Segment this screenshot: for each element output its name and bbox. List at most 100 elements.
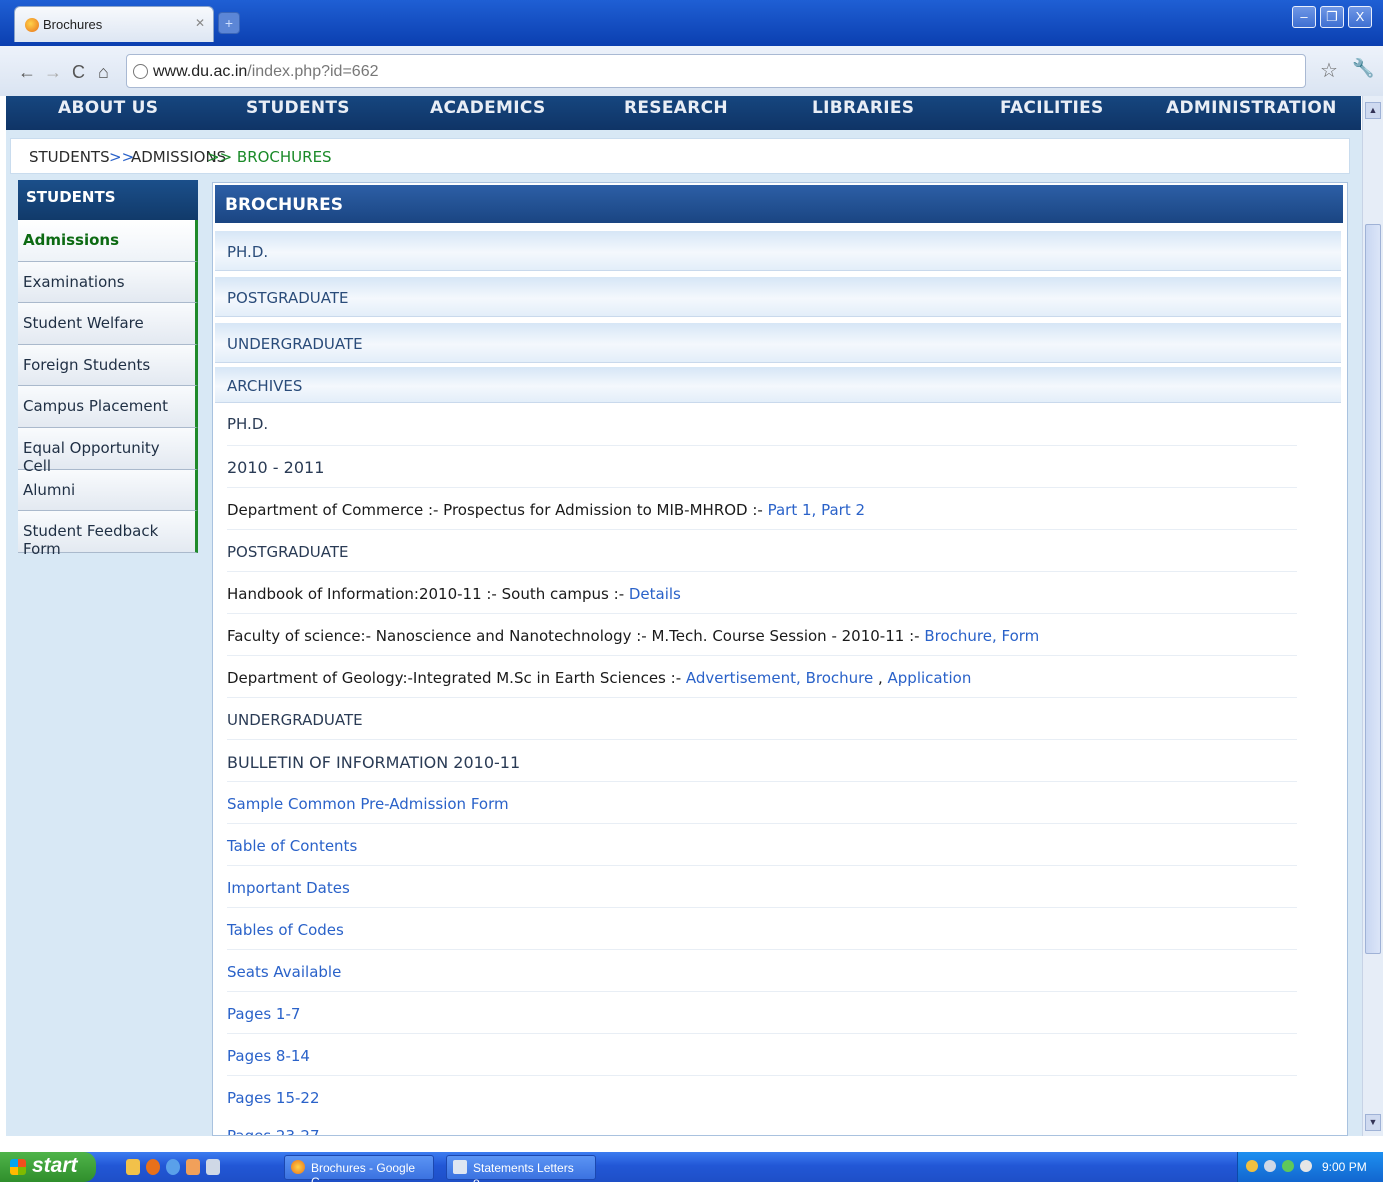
tab-close-icon[interactable]: ✕: [195, 16, 205, 30]
sidebar-item-foreign-students[interactable]: Foreign Students: [18, 344, 198, 387]
pages-15-22-link[interactable]: Pages 15-22: [227, 1089, 319, 1107]
divider: [227, 1033, 1297, 1034]
divider: [227, 949, 1297, 950]
pages-23-27-link[interactable]: Pages 23-27: [227, 1127, 319, 1135]
nav-about-us[interactable]: ABOUT US: [58, 98, 158, 118]
breadcrumb-students[interactable]: STUDENTS: [29, 148, 110, 166]
science-row: Faculty of science:- Nanoscience and Nan…: [227, 627, 1040, 645]
taskbar-item-statements[interactable]: Statements Letters o...: [446, 1155, 596, 1182]
commerce-row: Department of Commerce :- Prospectus for…: [227, 501, 866, 519]
back-icon[interactable]: ←: [18, 62, 36, 83]
new-tab-button[interactable]: +: [218, 12, 240, 34]
browser-title-bar: Brochures ✕ + – ❐ X: [0, 0, 1383, 46]
start-button[interactable]: start: [0, 1152, 96, 1182]
list-item: Pages 1-7: [227, 1005, 300, 1023]
close-window-button[interactable]: X: [1348, 6, 1372, 28]
divider: [227, 613, 1297, 614]
globe-icon: [133, 64, 148, 79]
vertical-scrollbar[interactable]: ▲ ▼: [1362, 96, 1383, 1136]
section-band-postgraduate[interactable]: POSTGRADUATE: [215, 277, 1341, 317]
archive-phd-heading: PH.D.: [227, 415, 269, 433]
geology-application-link[interactable]: Application: [888, 669, 972, 687]
scrollbar-thumb[interactable]: [1365, 224, 1381, 954]
task-label: Brochures - Google C...: [311, 1161, 416, 1182]
address-bar[interactable]: www.du.ac.in/index.php?id=662: [126, 54, 1306, 88]
section-band-archives[interactable]: ARCHIVES: [215, 367, 1341, 403]
media-icon[interactable]: [186, 1159, 200, 1175]
tray-status-icon[interactable]: [1282, 1160, 1294, 1172]
geology-brochure-link[interactable]: Brochure: [806, 669, 874, 687]
start-label: start: [32, 1154, 78, 1177]
table-of-contents-link[interactable]: Table of Contents: [227, 837, 357, 855]
divider: [227, 907, 1297, 908]
forward-icon[interactable]: →: [44, 62, 62, 83]
tables-of-codes-link[interactable]: Tables of Codes: [227, 921, 344, 939]
maximize-button[interactable]: ❐: [1320, 6, 1344, 28]
handbook-details-link[interactable]: Details: [629, 585, 681, 603]
sidebar-item-equal-opportunity-cell[interactable]: Equal Opportunity Cell: [18, 427, 198, 475]
commerce-part2-link[interactable]: Part 2: [821, 501, 865, 519]
divider: [227, 529, 1297, 530]
tray-arrow-icon[interactable]: [1246, 1160, 1258, 1172]
ie-icon[interactable]: [166, 1159, 180, 1175]
taskbar-item-brochures[interactable]: Brochures - Google C...: [284, 1155, 434, 1182]
geology-row: Department of Geology:-Integrated M.Sc i…: [227, 669, 972, 687]
folder-icon[interactable]: [126, 1159, 140, 1175]
science-brochure-link[interactable]: Brochure: [924, 627, 992, 645]
nav-students[interactable]: STUDENTS: [246, 98, 350, 118]
commerce-part1-link[interactable]: Part 1: [768, 501, 812, 519]
wrench-icon[interactable]: 🔧: [1352, 58, 1374, 79]
chrome-icon: [291, 1160, 305, 1174]
volume-icon[interactable]: [1300, 1160, 1312, 1172]
scroll-down-icon[interactable]: ▼: [1365, 1114, 1381, 1131]
task-label: Statements Letters o...: [473, 1161, 574, 1182]
app-icon[interactable]: [206, 1159, 220, 1175]
year-heading: 2010 - 2011: [227, 458, 325, 477]
science-form-link[interactable]: Form: [1002, 627, 1040, 645]
reload-icon[interactable]: C: [72, 62, 85, 83]
sidebar-item-campus-placement[interactable]: Campus Placement: [18, 386, 198, 428]
divider: [227, 445, 1297, 446]
pages-1-7-link[interactable]: Pages 1-7: [227, 1005, 300, 1023]
browser-tab[interactable]: Brochures ✕: [14, 6, 214, 42]
sidebar-item-admissions[interactable]: Admissions: [18, 220, 198, 262]
bookmark-star-icon[interactable]: ☆: [1320, 58, 1338, 83]
scroll-up-icon[interactable]: ▲: [1365, 102, 1381, 119]
nav-academics[interactable]: ACADEMICS: [430, 98, 546, 118]
divider: [227, 781, 1297, 782]
band-label: UNDERGRADUATE: [227, 335, 363, 353]
seats-available-link[interactable]: Seats Available: [227, 963, 341, 981]
sample-form-link[interactable]: Sample Common Pre-Admission Form: [227, 795, 509, 813]
sidebar-item-alumni[interactable]: Alumni: [18, 469, 198, 512]
nav-research[interactable]: RESEARCH: [624, 98, 728, 118]
network-icon[interactable]: [1264, 1160, 1276, 1172]
divider: [227, 697, 1297, 698]
sidebar-item-student-welfare[interactable]: Student Welfare: [18, 303, 198, 345]
pages-8-14-link[interactable]: Pages 8-14: [227, 1047, 310, 1065]
divider: [227, 487, 1297, 488]
divider: [227, 655, 1297, 656]
important-dates-link[interactable]: Important Dates: [227, 879, 350, 897]
browser-icon[interactable]: [146, 1159, 160, 1175]
nav-libraries[interactable]: LIBRARIES: [812, 98, 914, 118]
divider: [227, 991, 1297, 992]
section-band-undergraduate[interactable]: UNDERGRADUATE: [215, 323, 1341, 363]
sidebar-item-examinations[interactable]: Examinations: [18, 261, 198, 304]
minimize-button[interactable]: –: [1292, 6, 1316, 28]
list-item: Pages 15-22: [227, 1089, 319, 1107]
section-band-phd[interactable]: PH.D.: [215, 231, 1341, 271]
geology-advertisement-link[interactable]: Advertisement: [686, 669, 796, 687]
archive-pg-heading: POSTGRADUATE: [227, 543, 349, 561]
page-title: BROCHURES: [215, 185, 1343, 223]
clock: 9:00 PM: [1322, 1160, 1367, 1174]
nav-administration[interactable]: ADMINISTRATION: [1166, 98, 1337, 118]
browser-toolbar: ← → C ⌂ www.du.ac.in/index.php?id=662: [0, 46, 1383, 96]
nav-facilities[interactable]: FACILITIES: [1000, 98, 1104, 118]
divider: [227, 571, 1297, 572]
list-item: Important Dates: [227, 879, 350, 897]
band-label: POSTGRADUATE: [227, 289, 349, 307]
sidebar-item-student-feedback-form[interactable]: Student Feedback Form: [18, 511, 198, 558]
home-icon[interactable]: ⌂: [98, 62, 109, 83]
divider: [227, 1075, 1297, 1076]
list-item: Pages 23-27: [227, 1127, 319, 1135]
